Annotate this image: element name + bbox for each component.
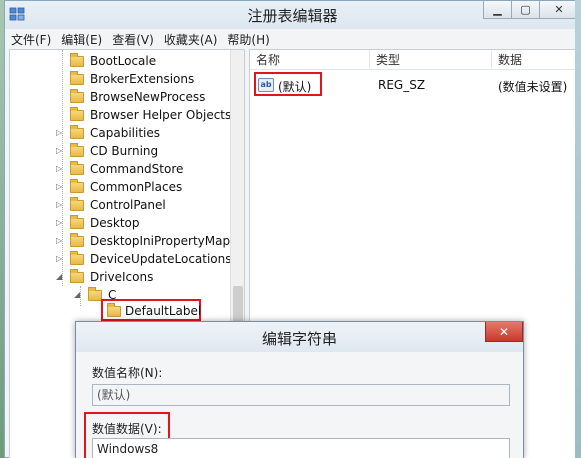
folder-icon (70, 233, 84, 247)
close-icon: ✕ (554, 3, 564, 16)
tree-item-defaultlabel-label: DefaultLabel (125, 304, 202, 318)
edit-string-dialog: 编辑字符串 ✕ 数值名称(N): (默认) 数值数据(V): (75, 321, 524, 458)
expand-arrow-icon[interactable]: ▷ (56, 214, 64, 232)
tree-item-cd-burning[interactable]: ▷ CD Burning (10, 142, 228, 160)
folder-icon (70, 197, 84, 211)
tree-item-bootlocale[interactable]: BootLocale (10, 52, 228, 70)
expand-arrow-icon[interactable]: ▷ (56, 124, 64, 142)
column-header-data[interactable]: 数据 (492, 50, 581, 70)
maximize-button[interactable]: ▢ (511, 1, 539, 19)
tree-item-driveicons[interactable]: ◢ DriveIcons (10, 268, 228, 286)
column-header-name[interactable]: 名称 (250, 50, 370, 70)
value-name-label: 数值名称(N): (92, 366, 163, 380)
tree-item-browsenewprocess[interactable]: BrowseNewProcess (10, 88, 228, 106)
dialog-title-bar: 编辑字符串 ✕ (76, 322, 523, 352)
value-type: REG_SZ (378, 78, 426, 92)
maximize-icon: ▢ (520, 3, 531, 16)
expand-arrow-icon[interactable]: ▷ (56, 178, 64, 196)
collapse-arrow-icon[interactable]: ◢ (56, 268, 64, 286)
tree-item-brokerextensions[interactable]: BrokerExtensions (10, 70, 228, 88)
tree-item-defaultlabel[interactable]: DefaultLabel (101, 299, 201, 321)
folder-open-icon (70, 269, 84, 283)
menu-file[interactable]: 文件(F) (11, 31, 51, 48)
registry-editor-window: 注册表编辑器 ▁ ▢ ✕ 文件(F) 编辑(E) 查看(V) 收藏夹(A) 帮助… (4, 0, 581, 458)
folder-icon (70, 53, 84, 67)
expand-arrow-icon[interactable]: ▷ (56, 196, 64, 214)
folder-icon (70, 143, 84, 157)
expand-arrow-icon[interactable]: ▷ (56, 250, 64, 268)
folder-icon (70, 251, 84, 265)
menu-view[interactable]: 查看(V) (112, 31, 154, 48)
menu-favorites[interactable]: 收藏夹(A) (164, 31, 218, 48)
tree-item-commonplaces[interactable]: ▷ CommonPlaces (10, 178, 228, 196)
menu-help[interactable]: 帮助(H) (227, 31, 269, 48)
value-data: (数值未设置) (498, 80, 568, 94)
dialog-title: 编辑字符串 (261, 330, 337, 348)
minimize-button[interactable]: ▁ (483, 1, 511, 19)
column-header-type[interactable]: 类型 (370, 50, 492, 70)
folder-icon (107, 303, 121, 317)
folder-icon (70, 89, 84, 103)
folder-icon (70, 125, 84, 139)
tree-item-controlpanel[interactable]: ▷ ControlPanel (10, 196, 228, 214)
folder-icon (70, 107, 84, 121)
title-bar: 注册表编辑器 ▁ ▢ ✕ (5, 1, 580, 29)
string-value-icon: ab (258, 78, 274, 92)
value-name: (默认) (278, 80, 312, 94)
dialog-close-button[interactable]: ✕ (485, 322, 523, 342)
close-button[interactable]: ✕ (539, 1, 579, 19)
minimize-icon: ▁ (493, 3, 502, 16)
tree-item-desktop[interactable]: ▷ Desktop (10, 214, 228, 232)
value-data-input[interactable] (92, 438, 510, 458)
folder-icon (70, 179, 84, 193)
tree-item-commandstore[interactable]: ▷ CommandStore (10, 160, 228, 178)
value-data-label: 数值数据(V): (92, 422, 162, 436)
folder-icon (70, 71, 84, 85)
expand-arrow-icon[interactable]: ▷ (56, 232, 64, 250)
menu-edit[interactable]: 编辑(E) (61, 31, 102, 48)
tree-item-desktopinipropertymap[interactable]: ▷ DesktopIniPropertyMap (10, 232, 230, 250)
tree-item-browser-helper-objects[interactable]: Browser Helper Objects (10, 106, 231, 124)
expand-arrow-icon[interactable]: ▷ (56, 142, 64, 160)
tree-scrollbar-thumb[interactable] (233, 286, 243, 326)
collapse-arrow-icon[interactable]: ◢ (74, 286, 82, 304)
tree-item-capabilities[interactable]: ▷ Capabilities (10, 124, 228, 142)
folder-icon (70, 215, 84, 229)
expand-arrow-icon[interactable]: ▷ (56, 160, 64, 178)
close-icon: ✕ (498, 324, 510, 339)
desktop-background-right (575, 0, 581, 458)
tree-item-deviceupdatelocations[interactable]: ▷ DeviceUpdateLocations (10, 250, 232, 268)
folder-open-icon (88, 287, 102, 301)
menu-bar: 文件(F) 编辑(E) 查看(V) 收藏夹(A) 帮助(H) (5, 29, 580, 49)
value-name-field: (默认) (92, 384, 510, 406)
folder-icon (70, 161, 84, 175)
